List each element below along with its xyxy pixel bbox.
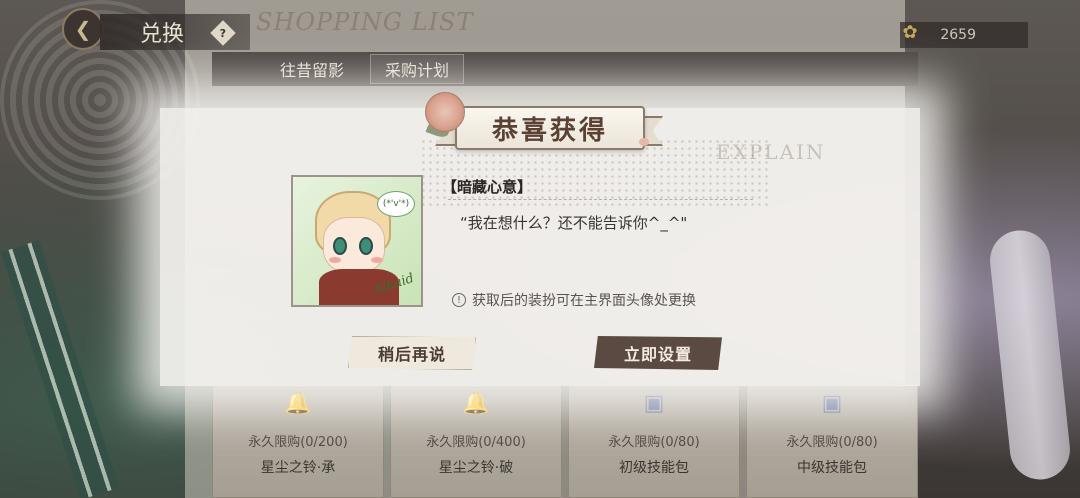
avatar-frame-image: (*'v'*) Alkaid bbox=[291, 175, 423, 307]
item-limit: 永久限购(0/80) bbox=[786, 435, 878, 450]
avatar-eye-right bbox=[359, 237, 373, 255]
question-icon: ? bbox=[219, 26, 227, 40]
shop-item[interactable]: 🔔 永久限购(0/200) 星尘之铃·承 bbox=[212, 384, 384, 498]
tab-bar: 往昔留影 采购计划 bbox=[212, 52, 918, 86]
bell-icon: 🔔 bbox=[284, 391, 312, 416]
tab-past-memories[interactable]: 往昔留影 bbox=[266, 57, 358, 81]
item-limit: 永久限购(0/80) bbox=[608, 435, 700, 450]
reward-hint: ! 获取后的装扮可在主界面头像处更换 bbox=[452, 290, 696, 310]
item-name: 星尘之铃·承 bbox=[260, 460, 336, 476]
bell-icon: 🔔 bbox=[462, 391, 490, 416]
hint-text: 获取后的装扮可在主界面头像处更换 bbox=[472, 293, 696, 309]
avatar-eye-left bbox=[333, 237, 347, 255]
banner-title: 恭喜获得 bbox=[491, 115, 608, 146]
skill-pack-icon: ▣ bbox=[821, 391, 843, 416]
avatar-blush-right bbox=[371, 257, 383, 263]
rose-icon bbox=[425, 92, 465, 132]
shop-item-list: 🔔 永久限购(0/200) 星尘之铃·承 🔔 永久限购(0/400) 星尘之铃·… bbox=[212, 384, 918, 498]
divider bbox=[448, 199, 753, 200]
avatar-blush-left bbox=[329, 257, 341, 263]
set-now-button[interactable]: 立即设置 bbox=[594, 336, 722, 370]
skill-pack-icon: ▣ bbox=[643, 391, 665, 416]
item-name: 初级技能包 bbox=[619, 460, 689, 476]
reward-quote: “我在想什么？还不能告诉你^_^" bbox=[460, 214, 688, 232]
item-limit: 永久限购(0/200) bbox=[248, 435, 348, 450]
later-button[interactable]: 稍后再说 bbox=[348, 336, 476, 370]
explain-watermark: EXPLAIN bbox=[716, 140, 826, 164]
back-arrow-icon: ❮ bbox=[74, 17, 92, 41]
shop-item[interactable]: ▣ 永久限购(0/80) 中级技能包 bbox=[746, 384, 918, 498]
item-name: 星尘之铃·破 bbox=[438, 460, 514, 476]
tab-purchase-plan[interactable]: 采购计划 bbox=[370, 54, 465, 84]
shopping-list-title: SHOPPING LIST bbox=[256, 8, 474, 36]
reward-banner: 恭喜获得 bbox=[425, 92, 670, 158]
rose-bouquet-icon: ✿ bbox=[902, 21, 918, 43]
shop-item[interactable]: 🔔 永久限购(0/400) 星尘之铃·破 bbox=[390, 384, 562, 498]
back-button[interactable]: ❮ bbox=[62, 8, 104, 50]
item-limit: 永久限购(0/400) bbox=[426, 435, 526, 450]
reward-item-title: 【暗藏心意】 bbox=[442, 178, 533, 196]
banner-ribbon: 恭喜获得 bbox=[455, 106, 645, 150]
shop-item[interactable]: ▣ 永久限购(0/80) 初级技能包 bbox=[568, 384, 740, 498]
avatar-speech-bubble: (*'v'*) bbox=[377, 191, 415, 217]
item-name: 中级技能包 bbox=[797, 460, 867, 476]
warning-icon: ! bbox=[452, 293, 466, 307]
petal-icon bbox=[639, 138, 649, 146]
